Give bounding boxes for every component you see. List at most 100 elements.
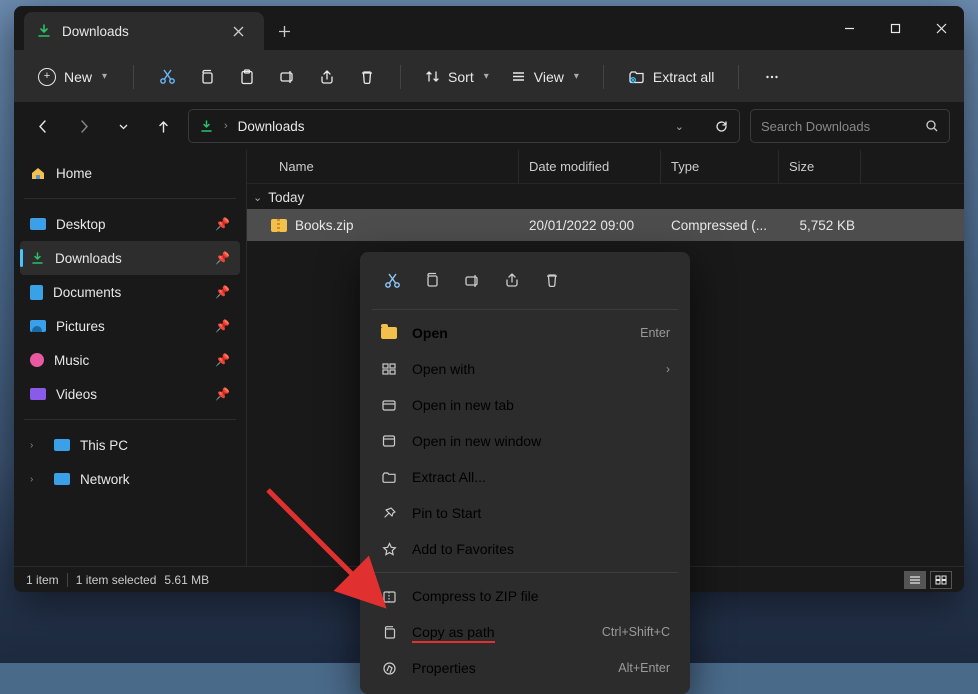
sort-button[interactable]: Sort ▾ bbox=[417, 63, 497, 91]
ctx-shortcut: Ctrl+Shift+C bbox=[602, 625, 670, 639]
videos-icon bbox=[30, 388, 46, 400]
ctx-label: Open bbox=[412, 325, 626, 341]
maximize-button[interactable] bbox=[872, 6, 918, 50]
extract-all-button[interactable]: Extract all bbox=[620, 62, 722, 91]
sidebar-item-pictures[interactable]: Pictures 📌 bbox=[20, 309, 240, 343]
zip-icon bbox=[271, 219, 287, 232]
sidebar-item-home[interactable]: Home bbox=[20, 156, 240, 190]
ctx-copy-button[interactable] bbox=[414, 264, 450, 296]
recent-button[interactable] bbox=[108, 111, 138, 141]
ctx-label: Extract All... bbox=[412, 469, 670, 485]
status-count: 1 item bbox=[26, 573, 59, 587]
sidebar-item-label: Network bbox=[80, 472, 130, 487]
context-menu: Open Enter Open with › Open in new tab O… bbox=[360, 252, 690, 694]
new-button[interactable]: + New ▾ bbox=[28, 62, 117, 92]
column-type[interactable]: Type bbox=[661, 150, 779, 183]
sidebar-item-downloads[interactable]: Downloads 📌 bbox=[20, 241, 240, 275]
ctx-cut-button[interactable] bbox=[374, 264, 410, 296]
details-view-toggle[interactable] bbox=[904, 571, 926, 589]
pin-icon: 📌 bbox=[215, 251, 230, 265]
ctx-copy-as-path[interactable]: Copy as path Ctrl+Shift+C bbox=[366, 614, 684, 650]
column-date[interactable]: Date modified bbox=[519, 150, 661, 183]
ctx-open[interactable]: Open Enter bbox=[366, 315, 684, 351]
pictures-icon bbox=[30, 320, 46, 332]
pin-icon: 📌 bbox=[215, 353, 230, 367]
paste-button[interactable] bbox=[230, 60, 264, 94]
file-row[interactable]: Books.zip 20/01/2022 09:00 Compressed (.… bbox=[247, 209, 964, 241]
star-icon bbox=[380, 542, 398, 557]
sidebar-item-music[interactable]: Music 📌 bbox=[20, 343, 240, 377]
active-indicator bbox=[20, 249, 23, 267]
open-with-icon bbox=[380, 361, 398, 377]
address-bar[interactable]: › Downloads ⌄ bbox=[188, 109, 740, 143]
separator bbox=[24, 198, 236, 199]
file-date: 20/01/2022 09:00 bbox=[519, 218, 661, 233]
breadcrumb-current[interactable]: Downloads bbox=[238, 119, 305, 134]
cut-button[interactable] bbox=[150, 60, 184, 94]
view-button[interactable]: View ▾ bbox=[503, 63, 587, 91]
download-icon bbox=[36, 23, 52, 39]
share-button[interactable] bbox=[310, 60, 344, 94]
search-icon bbox=[925, 119, 939, 133]
sidebar: Home Desktop 📌 Downloads 📌 Documents � bbox=[14, 150, 246, 566]
minimize-button[interactable] bbox=[826, 6, 872, 50]
pin-icon: 📌 bbox=[215, 319, 230, 333]
thumbnails-view-toggle[interactable] bbox=[930, 571, 952, 589]
ctx-add-favorites[interactable]: Add to Favorites bbox=[366, 531, 684, 567]
ctx-label: Add to Favorites bbox=[412, 541, 670, 557]
sidebar-item-label: Music bbox=[54, 353, 89, 368]
sidebar-item-label: Videos bbox=[56, 387, 97, 402]
close-window-button[interactable] bbox=[918, 6, 964, 50]
ctx-compress-zip[interactable]: Compress to ZIP file bbox=[366, 578, 684, 614]
ctx-properties[interactable]: Properties Alt+Enter bbox=[366, 650, 684, 686]
download-icon bbox=[30, 251, 45, 266]
new-tab-button[interactable] bbox=[264, 12, 304, 50]
back-button[interactable] bbox=[28, 111, 58, 141]
chevron-down-icon: ▾ bbox=[102, 71, 107, 82]
extract-icon bbox=[380, 469, 398, 485]
ctx-open-new-tab[interactable]: Open in new tab bbox=[366, 387, 684, 423]
sidebar-item-label: Pictures bbox=[56, 319, 105, 334]
separator bbox=[738, 65, 739, 89]
ctx-shortcut: Enter bbox=[640, 326, 670, 340]
column-size[interactable]: Size bbox=[779, 150, 861, 183]
column-name[interactable]: Name bbox=[269, 150, 519, 183]
forward-button[interactable] bbox=[68, 111, 98, 141]
chevron-down-icon: ⌄ bbox=[253, 191, 262, 204]
chevron-down-icon: ▾ bbox=[574, 71, 579, 82]
ctx-open-new-window[interactable]: Open in new window bbox=[366, 423, 684, 459]
refresh-button[interactable] bbox=[714, 119, 729, 134]
rename-button[interactable] bbox=[270, 60, 304, 94]
ctx-share-button[interactable] bbox=[494, 264, 530, 296]
chevron-right-icon: › bbox=[30, 440, 44, 451]
close-tab-button[interactable] bbox=[224, 17, 252, 45]
sidebar-item-videos[interactable]: Videos 📌 bbox=[20, 377, 240, 411]
sidebar-item-label: This PC bbox=[80, 438, 128, 453]
sidebar-item-label: Documents bbox=[53, 285, 121, 300]
sidebar-item-network[interactable]: › Network bbox=[20, 462, 240, 496]
sidebar-item-desktop[interactable]: Desktop 📌 bbox=[20, 207, 240, 241]
up-button[interactable] bbox=[148, 111, 178, 141]
ctx-delete-button[interactable] bbox=[534, 264, 570, 296]
ctx-label: Copy as path bbox=[412, 624, 588, 640]
sidebar-item-this-pc[interactable]: › This PC bbox=[20, 428, 240, 462]
delete-button[interactable] bbox=[350, 60, 384, 94]
search-input[interactable]: Search Downloads bbox=[750, 109, 950, 143]
sidebar-item-documents[interactable]: Documents 📌 bbox=[20, 275, 240, 309]
ctx-pin-start[interactable]: Pin to Start bbox=[366, 495, 684, 531]
ctx-extract-all[interactable]: Extract All... bbox=[366, 459, 684, 495]
copy-button[interactable] bbox=[190, 60, 224, 94]
ctx-label: Pin to Start bbox=[412, 505, 670, 521]
ctx-label: Open with bbox=[412, 361, 652, 377]
group-header[interactable]: ⌄ Today bbox=[247, 184, 964, 209]
ctx-open-with[interactable]: Open with › bbox=[366, 351, 684, 387]
ctx-label: Open in new tab bbox=[412, 397, 670, 413]
copy-path-icon bbox=[380, 625, 398, 640]
ctx-rename-button[interactable] bbox=[454, 264, 490, 296]
document-icon bbox=[30, 285, 43, 300]
tab-downloads[interactable]: Downloads bbox=[24, 12, 264, 50]
sidebar-item-label: Desktop bbox=[56, 217, 106, 232]
chevron-down-icon[interactable]: ⌄ bbox=[675, 120, 684, 133]
separator bbox=[603, 65, 604, 89]
more-button[interactable] bbox=[755, 60, 789, 94]
